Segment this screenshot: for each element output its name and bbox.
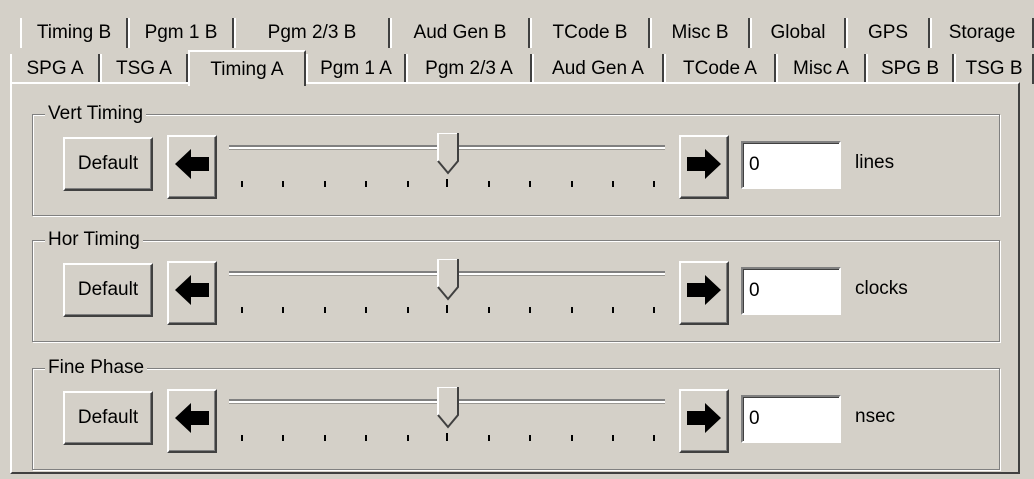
tab-pgm-1-a[interactable]: Pgm 1 A (306, 54, 406, 84)
tab-misc-a[interactable]: Misc A (776, 54, 866, 84)
fine-phase-input[interactable] (741, 395, 841, 443)
tab-timing-a[interactable]: Timing A (188, 50, 306, 86)
tab-gps[interactable]: GPS (846, 18, 930, 48)
tab-tsg-b[interactable]: TSG B (954, 54, 1034, 84)
tab-tcode-a[interactable]: TCode A (664, 54, 776, 84)
slider[interactable] (229, 133, 665, 203)
default-button[interactable]: Default (63, 263, 153, 317)
slider-ticks (241, 433, 655, 441)
default-button[interactable]: Default (63, 137, 153, 191)
tab-tcode-b[interactable]: TCode B (530, 18, 650, 48)
arrow-right-icon (685, 273, 723, 313)
group-title: Vert Timing (45, 102, 147, 126)
vert-timing-group: Vert Timing Default lines (32, 102, 1000, 216)
tab-pgm-2-3-a[interactable]: Pgm 2/3 A (406, 54, 532, 84)
unit-label: clocks (855, 278, 908, 299)
decrement-button[interactable] (167, 389, 217, 453)
increment-button[interactable] (679, 261, 729, 325)
tab-spg-a[interactable]: SPG A (10, 54, 100, 84)
group-title: Fine Phase (45, 356, 148, 380)
decrement-button[interactable] (167, 261, 217, 325)
slider-thumb (437, 133, 459, 175)
tab-aud-gen-a[interactable]: Aud Gen A (532, 54, 664, 84)
fine-phase-group: Fine Phase Default nsec (32, 356, 1000, 470)
slider-thumb (437, 387, 459, 429)
tab-misc-b[interactable]: Misc B (650, 18, 750, 48)
slider[interactable] (229, 259, 665, 329)
unit-label: lines (855, 152, 895, 173)
timing-a-panel: Vert Timing Default lines (10, 82, 1020, 474)
tab-aud-gen-b[interactable]: Aud Gen B (390, 18, 530, 48)
arrow-left-icon (173, 273, 211, 313)
arrow-left-icon (173, 147, 211, 187)
increment-button[interactable] (679, 135, 729, 199)
tab-pgm-2-3-b[interactable]: Pgm 2/3 B (234, 18, 390, 48)
tab-global[interactable]: Global (750, 18, 846, 48)
slider[interactable] (229, 387, 665, 457)
tab-pgm-1-b[interactable]: Pgm 1 B (128, 18, 234, 48)
arrow-right-icon (685, 401, 723, 441)
unit-label: nsec (855, 406, 896, 427)
tab-storage[interactable]: Storage (930, 18, 1034, 48)
group-title: Hor Timing (45, 228, 143, 252)
increment-button[interactable] (679, 389, 729, 453)
slider-ticks (241, 305, 655, 313)
default-button[interactable]: Default (63, 391, 153, 445)
slider-thumb (437, 259, 459, 301)
decrement-button[interactable] (167, 135, 217, 199)
tab-timing-b[interactable]: Timing B (20, 18, 128, 48)
vert-timing-input[interactable] (741, 141, 841, 189)
tab-spg-b[interactable]: SPG B (866, 54, 954, 84)
arrow-right-icon (685, 147, 723, 187)
arrow-left-icon (173, 401, 211, 441)
tab-tsg-a[interactable]: TSG A (100, 54, 188, 84)
hor-timing-input[interactable] (741, 267, 841, 315)
hor-timing-group: Hor Timing Default clocks (32, 228, 1000, 342)
slider-ticks (241, 179, 655, 187)
